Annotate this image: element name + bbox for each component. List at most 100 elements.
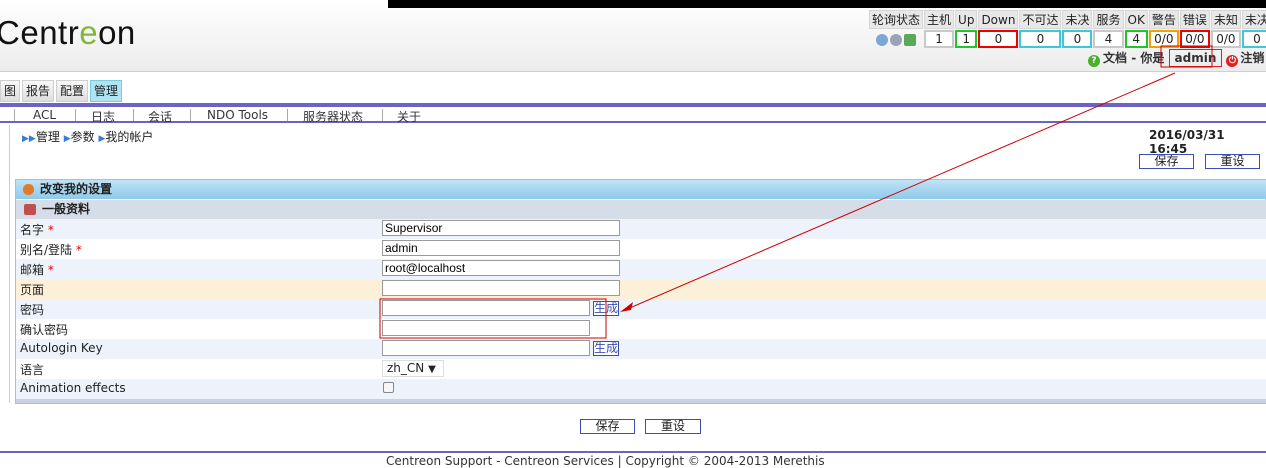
subnav-sep	[287, 109, 288, 121]
form-row-email: 邮箱 *	[16, 259, 1266, 279]
subnav-about[interactable]: 关于	[397, 108, 421, 125]
form-row-animation: Animation effects	[16, 379, 1266, 399]
page-input[interactable]	[382, 280, 620, 296]
crumb-admin[interactable]: 管理	[36, 130, 60, 144]
arrow-icon: ▶	[63, 134, 71, 144]
down-header: Down	[978, 10, 1019, 29]
centreon-logo[interactable]: Centreon	[0, 14, 136, 52]
warning-count[interactable]: 0/0	[1148, 30, 1179, 48]
subnav-sep	[382, 109, 383, 121]
form-row-name: 名字 *	[16, 219, 1266, 239]
save-button-bottom[interactable]: 保存	[580, 419, 635, 434]
language-label: 语言	[20, 363, 45, 377]
subnav-sep	[14, 109, 15, 121]
svc-pending-count[interactable]: 0	[1241, 30, 1266, 48]
alias-label: 别名/登陆	[20, 243, 73, 257]
unreachable-count[interactable]: 0	[1019, 30, 1062, 48]
critical-count[interactable]: 0/0	[1179, 30, 1210, 48]
password-input[interactable]	[382, 300, 590, 316]
name-label: 名字	[20, 223, 45, 237]
name-input[interactable]	[382, 220, 620, 236]
breadcrumb: ▶▶管理 ▶参数 ▶我的帐户	[22, 128, 153, 145]
crumb-my-account[interactable]: 我的帐户	[105, 130, 153, 144]
nav-admin[interactable]: 管理	[90, 80, 123, 102]
help-icon: ?	[1088, 55, 1100, 67]
database-icon[interactable]	[904, 33, 916, 46]
generate-autologin-button[interactable]: 生成	[593, 341, 620, 356]
clock-icon[interactable]	[876, 33, 888, 46]
animation-label: Animation effects	[20, 381, 126, 395]
poll-status-header: 轮询状态	[869, 10, 924, 29]
main-nav: 图报告 配置 管理	[0, 80, 124, 102]
services-count[interactable]: 4	[1093, 30, 1124, 48]
power-icon[interactable]: ⏻	[1226, 55, 1239, 67]
ok-count[interactable]: 4	[1124, 30, 1148, 48]
user-prefix: - 你是	[1127, 51, 1169, 65]
subnav-ndo[interactable]: NDO Tools	[207, 108, 268, 122]
status-summary: 轮询状态 主机 Up Down 不可达 未决 服务 OK 警告 错误 未知 未决…	[868, 9, 1266, 49]
email-label: 邮箱	[20, 263, 45, 277]
panel-bottom-bar	[16, 399, 1266, 403]
logout-link[interactable]: 注销	[1240, 51, 1264, 65]
subnav-sep	[75, 109, 76, 121]
current-datetime: 2016/03/31 16:45	[1149, 128, 1225, 156]
form-row-page: 页面	[16, 279, 1266, 299]
docs-link[interactable]: 文档	[1103, 51, 1127, 65]
up-header: Up	[955, 10, 978, 29]
down-count[interactable]: 0	[978, 30, 1019, 48]
username: admin	[1168, 49, 1223, 67]
warning-header: 警告	[1148, 10, 1179, 29]
autologin-label: Autologin Key	[20, 341, 103, 355]
nav-reports[interactable]: 报告	[22, 80, 55, 102]
host-pending-header: 未决	[1062, 10, 1093, 29]
dropdown-arrow-icon: ▼	[428, 364, 436, 375]
autologin-input[interactable]	[382, 340, 590, 356]
panel-title: 改变我的设置	[16, 180, 1266, 199]
form-row-password: 密码 生成	[16, 299, 1266, 319]
nav-view[interactable]: 图	[0, 80, 21, 102]
required-mark: *	[47, 223, 54, 237]
header-strip	[388, 0, 1266, 8]
crumb-params[interactable]: 参数	[71, 130, 95, 144]
generate-password-button[interactable]: 生成	[593, 301, 620, 316]
password-label: 密码	[20, 303, 45, 317]
nav-config[interactable]: 配置	[56, 80, 89, 102]
footer-divider	[0, 451, 1266, 453]
reset-button-top[interactable]: 重设	[1205, 154, 1260, 169]
form-row-confirm: 确认密码	[16, 319, 1266, 339]
gear-icon[interactable]	[890, 33, 902, 46]
footer-text: Centreon Support - Centreon Services | C…	[386, 454, 825, 468]
double-arrow-icon: ▶▶	[22, 134, 36, 144]
subnav-sep	[133, 109, 134, 121]
user-bar: ? 文档 - 你是 admin ⏻ 注销	[1088, 49, 1264, 67]
required-mark: *	[47, 263, 54, 277]
user-settings-icon	[23, 184, 34, 195]
host-pending-count[interactable]: 0	[1062, 30, 1093, 48]
subnav-sessions[interactable]: 会话	[148, 108, 172, 125]
email-input[interactable]	[382, 260, 620, 276]
reset-button-bottom[interactable]: 重设	[645, 419, 701, 434]
general-info-icon	[24, 204, 36, 215]
svc-pending-header: 未决	[1241, 10, 1266, 29]
poll-icons	[869, 30, 923, 48]
unknown-count[interactable]: 0/0	[1210, 30, 1241, 48]
animation-checkbox[interactable]	[383, 382, 394, 393]
save-button-top[interactable]: 保存	[1139, 154, 1194, 169]
language-select[interactable]: zh_CN ▼	[382, 360, 444, 377]
left-sidebar	[0, 125, 10, 403]
hosts-count[interactable]: 1	[924, 30, 955, 48]
sub-nav: ACL 日志 会话 NDO Tools 服务器状态 关于	[0, 107, 1266, 125]
page-label: 页面	[20, 283, 45, 297]
form-row-language: 语言 zh_CN ▼	[16, 359, 1266, 379]
confirm-password-label: 确认密码	[20, 323, 69, 337]
subnav-acl[interactable]: ACL	[33, 108, 56, 122]
unreachable-header: 不可达	[1019, 10, 1062, 29]
ok-header: OK	[1124, 10, 1148, 29]
subnav-logs[interactable]: 日志	[91, 108, 115, 125]
form-row-autologin: Autologin Key 生成	[16, 339, 1266, 359]
alias-input[interactable]	[382, 240, 620, 256]
form-row-alias: 别名/登陆 *	[16, 239, 1266, 259]
confirm-password-input[interactable]	[382, 320, 590, 336]
subnav-server-status[interactable]: 服务器状态	[303, 108, 363, 125]
up-count[interactable]: 1	[955, 30, 978, 48]
